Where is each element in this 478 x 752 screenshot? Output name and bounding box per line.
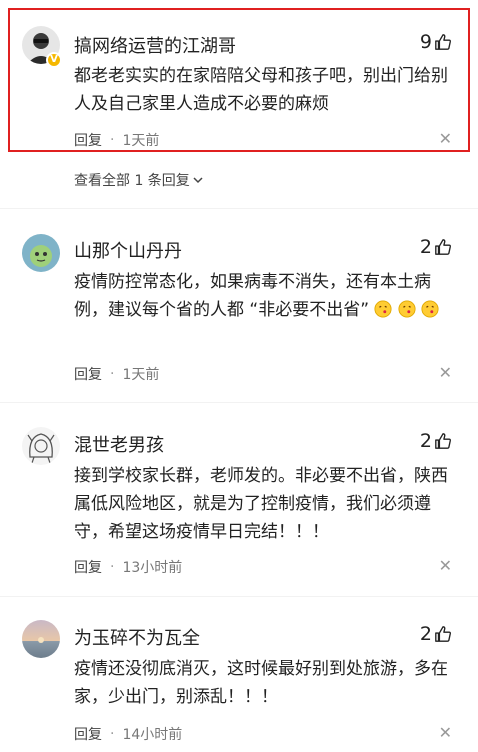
comment-time: 13小时前 xyxy=(122,560,183,576)
comment-meta: 回复 · 1天前 xyxy=(74,130,159,150)
close-icon[interactable]: ✕ xyxy=(439,129,452,148)
reply-button[interactable]: 回复 xyxy=(74,364,102,384)
comment-meta: 回复 · 13小时前 xyxy=(74,557,182,577)
separator-dot: · xyxy=(110,132,115,148)
kiss-emoji-icon xyxy=(398,300,416,318)
separator-dot: · xyxy=(110,726,115,742)
comment-text: 疫情还没彻底消灭，这时候最好别到处旅游，多在家，少出门，别添乱！！！ xyxy=(74,659,448,707)
thumbs-up-icon xyxy=(435,433,451,449)
comment-author[interactable]: 混世老男孩 xyxy=(74,431,164,457)
like-count: 2 xyxy=(419,623,432,645)
comment-time: 1天前 xyxy=(122,367,160,383)
reply-button[interactable]: 回复 xyxy=(74,557,102,577)
comment-time: 14小时前 xyxy=(122,727,183,743)
view-all-label: 查看全部 1 条回复 xyxy=(74,173,190,189)
avatar[interactable] xyxy=(22,234,60,272)
comment-time: 1天前 xyxy=(122,133,160,149)
divider xyxy=(0,402,478,403)
kiss-emoji-icon xyxy=(374,300,392,318)
thumbs-up-icon xyxy=(435,626,451,642)
comment-author[interactable]: 山那个山丹丹 xyxy=(74,237,182,263)
like-count: 2 xyxy=(419,430,432,452)
comment-text: 疫情防控常态化，如果病毒不消失，还有本土病例，建议每个省的人都 “非必要不出省” xyxy=(74,268,454,324)
like-button[interactable]: 2 xyxy=(420,236,452,258)
like-count: 9 xyxy=(419,31,432,53)
comment-meta: 回复 · 1天前 xyxy=(74,364,159,384)
comment-author[interactable]: 为玉碎不为瓦全 xyxy=(74,624,200,650)
chevron-down-icon xyxy=(193,177,203,184)
like-button[interactable]: 2 xyxy=(420,623,452,645)
like-button[interactable]: 9 xyxy=(420,31,452,53)
reply-button[interactable]: 回复 xyxy=(74,724,102,744)
kiss-emoji-icon xyxy=(421,300,439,318)
close-icon[interactable]: ✕ xyxy=(439,363,452,382)
avatar[interactable] xyxy=(22,620,60,658)
reply-button[interactable]: 回复 xyxy=(74,130,102,150)
divider xyxy=(0,208,478,209)
comment-text: 都老老实实的在家陪陪父母和孩子吧，别出门给别人及自己家里人造成不必要的麻烦 xyxy=(74,66,448,114)
like-count: 2 xyxy=(419,236,432,258)
close-icon[interactable]: ✕ xyxy=(439,723,452,742)
divider xyxy=(0,596,478,597)
thumbs-up-icon xyxy=(435,239,451,255)
verified-badge-icon: V xyxy=(46,52,62,68)
separator-dot: · xyxy=(110,559,115,575)
separator-dot: · xyxy=(110,366,115,382)
thumbs-up-icon xyxy=(435,34,451,50)
avatar[interactable] xyxy=(22,427,60,465)
comment-meta: 回复 · 14小时前 xyxy=(74,724,182,744)
view-all-replies-link[interactable]: 查看全部 1 条回复 xyxy=(74,170,204,190)
comment-text: 接到学校家长群，老师发的。非必要不出省，陕西属低风险地区，就是为了控制疫情，我们… xyxy=(74,466,448,542)
comment-author[interactable]: 搞网络运营的江湖哥 xyxy=(74,32,236,58)
close-icon[interactable]: ✕ xyxy=(439,556,452,575)
like-button[interactable]: 2 xyxy=(420,430,452,452)
